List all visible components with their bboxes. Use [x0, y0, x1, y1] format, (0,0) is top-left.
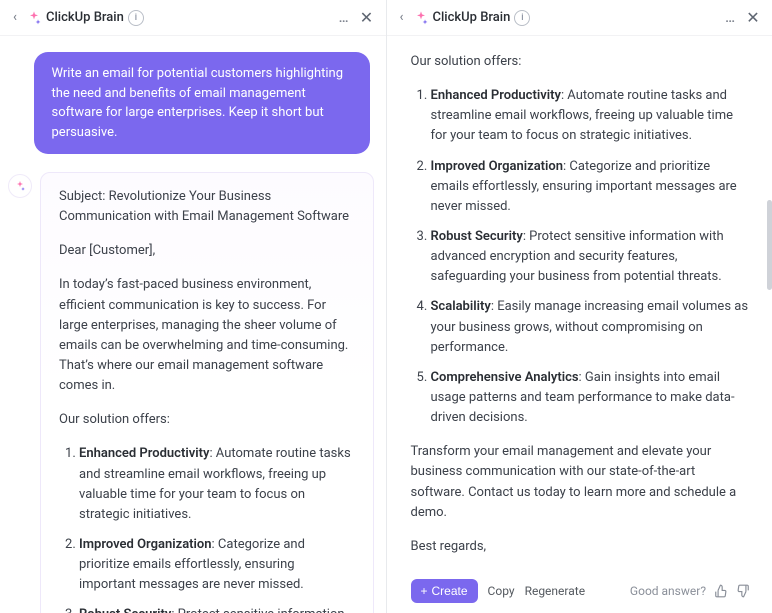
- offers-label: Our solution offers:: [411, 52, 751, 72]
- signature-block: Best regards,[Your Name][Your Position][…: [411, 537, 751, 573]
- benefits-list-left: Enhanced Productivity: Automate routine …: [59, 444, 355, 613]
- body-right: Our solution offers: Enhanced Productivi…: [387, 36, 772, 573]
- create-label: Create: [432, 584, 468, 598]
- plus-icon: +: [421, 584, 428, 598]
- ai-reply: Subject: Revolutionize Your Business Com…: [40, 172, 374, 613]
- footer-actions: + Create Copy Regenerate Good answer?: [387, 573, 772, 613]
- close-icon[interactable]: ✕: [358, 8, 376, 27]
- list-item: Robust Security: Protect sensitive infor…: [431, 227, 751, 287]
- sparkle-icon: [413, 10, 429, 26]
- back-icon[interactable]: ‹: [393, 10, 411, 25]
- list-item: Robust Security: Protect sensitive infor…: [79, 605, 355, 613]
- list-item: Comprehensive Analytics: Gain insights i…: [431, 368, 751, 428]
- ai-avatar: [8, 174, 32, 198]
- list-item: Enhanced Productivity: Automate routine …: [431, 86, 751, 146]
- list-item: Improved Organization: Categorize and pr…: [79, 535, 355, 595]
- pane-title-left: ClickUp Brain: [46, 10, 124, 25]
- info-icon[interactable]: i: [128, 10, 144, 26]
- email-subject: Subject: Revolutionize Your Business Com…: [59, 187, 355, 227]
- pane-title-right: ClickUp Brain: [433, 10, 511, 25]
- create-button[interactable]: + Create: [411, 579, 478, 603]
- email-intro: In today’s fast-paced business environme…: [59, 275, 355, 396]
- list-item: Scalability: Easily manage increasing em…: [431, 297, 751, 357]
- user-prompt: Write an email for potential customers h…: [34, 52, 370, 154]
- regenerate-button[interactable]: Regenerate: [525, 584, 586, 598]
- header-left: ‹ ClickUp Brain i … ✕: [0, 0, 386, 36]
- offers-label: Our solution offers:: [59, 410, 355, 430]
- email-greeting: Dear [Customer],: [59, 241, 355, 261]
- more-icon[interactable]: …: [725, 10, 736, 26]
- list-item: Improved Organization: Categorize and pr…: [431, 157, 751, 217]
- copy-button[interactable]: Copy: [488, 584, 515, 598]
- pane-right: ‹ ClickUp Brain i … ✕ Our solution offer…: [387, 0, 772, 613]
- info-icon[interactable]: i: [514, 10, 530, 26]
- back-icon[interactable]: ‹: [6, 10, 24, 25]
- email-outro: Transform your email management and elev…: [411, 442, 751, 523]
- list-item: Enhanced Productivity: Automate routine …: [79, 444, 355, 525]
- close-icon[interactable]: ✕: [744, 8, 762, 27]
- feedback-block: Good answer?: [630, 584, 750, 598]
- body-left: Write an email for potential customers h…: [0, 36, 386, 613]
- thumbs-up-icon[interactable]: [714, 584, 728, 598]
- header-right: ‹ ClickUp Brain i … ✕: [387, 0, 772, 36]
- signature-line: Best regards,: [411, 537, 751, 557]
- pane-left: ‹ ClickUp Brain i … ✕ Write an email for…: [0, 0, 387, 613]
- feedback-label: Good answer?: [630, 584, 706, 598]
- more-icon[interactable]: …: [339, 10, 350, 26]
- thumbs-down-icon[interactable]: [736, 584, 750, 598]
- scrollbar-thumb[interactable]: [767, 200, 772, 290]
- sparkle-icon: [26, 10, 42, 26]
- benefits-list-right: Enhanced Productivity: Automate routine …: [411, 86, 751, 428]
